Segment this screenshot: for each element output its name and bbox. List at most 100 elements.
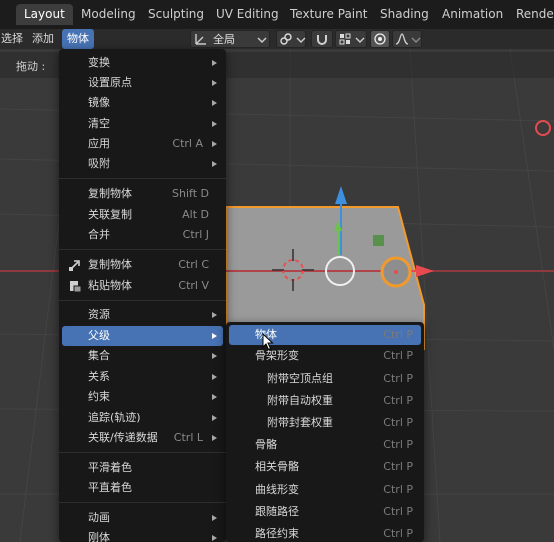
menu-item-duplicate-objects[interactable]: 复制物体 Shift D xyxy=(62,184,223,204)
falloff-dropdown[interactable] xyxy=(392,30,422,48)
menu-separator xyxy=(59,452,226,453)
proportional-editing-toggle[interactable] xyxy=(370,30,390,48)
menu-item-collection[interactable]: 集合 xyxy=(62,346,223,366)
light-object[interactable] xyxy=(535,120,551,136)
submenu-arrow-icon xyxy=(212,374,217,380)
menu-item-rigid-body[interactable]: 刚体 xyxy=(62,528,223,542)
menu-object[interactable]: 物体 xyxy=(62,29,94,49)
menu-item-relations[interactable]: 关系 xyxy=(62,367,223,387)
tab-texture-paint[interactable]: Texture Paint xyxy=(282,4,375,25)
menu-item-shortcut: Ctrl C xyxy=(178,258,209,271)
menu-item-label: 追踪(轨迹) xyxy=(88,411,141,424)
menu-item-label: 资源 xyxy=(88,308,110,321)
menu-item-shortcut: Shift D xyxy=(172,187,209,200)
tab-sculpting[interactable]: Sculpting xyxy=(140,4,212,25)
submenu-item-bone-relative[interactable]: 相关骨骼 Ctrl P xyxy=(229,457,421,477)
menu-item-shortcut: Alt D xyxy=(182,208,209,221)
menu-item-label: 合并 xyxy=(88,228,110,241)
menu-item-asset[interactable]: 资源 xyxy=(62,305,223,325)
paste-icon xyxy=(70,281,82,293)
menu-item-label: 关联复制 xyxy=(88,208,132,221)
menu-item-shade-flat[interactable]: 平直着色 xyxy=(62,478,223,498)
menu-item-label: 约束 xyxy=(88,390,110,403)
submenu-item-path-constraint[interactable]: 路径约束 Ctrl P xyxy=(229,524,421,542)
menu-item-label: 镜像 xyxy=(88,96,110,109)
menu-item-duplicate-linked[interactable]: 关联复制 Alt D xyxy=(62,205,223,225)
menu-item-label: 附带自动权重 xyxy=(267,394,333,407)
xz-plane-handle[interactable] xyxy=(373,235,384,246)
submenu-arrow-icon xyxy=(212,141,217,147)
submenu-item-curve-deform[interactable]: 曲线形变 Ctrl P xyxy=(229,480,421,500)
menu-separator xyxy=(59,249,226,250)
menu-item-label: 骨骼 xyxy=(255,438,277,451)
menu-item-shortcut: Ctrl P xyxy=(383,460,413,473)
submenu-arrow-icon xyxy=(212,394,217,400)
menu-item-mirror[interactable]: 镜像 xyxy=(62,93,223,113)
menu-item-join[interactable]: 合并 Ctrl J xyxy=(62,225,223,245)
tab-modeling[interactable]: Modeling xyxy=(73,4,144,25)
menu-item-shade-smooth[interactable]: 平滑着色 xyxy=(62,458,223,478)
menu-item-shortcut: Ctrl P xyxy=(383,483,413,496)
z-axis-arrow[interactable] xyxy=(335,186,347,204)
menu-item-label: 吸附 xyxy=(88,157,110,170)
menu-item-paste-objects[interactable]: 粘贴物体 Ctrl V xyxy=(62,276,223,296)
transform-orientation-dropdown[interactable]: 全局 xyxy=(190,30,270,48)
menu-item-shortcut: Ctrl P xyxy=(383,416,413,429)
menu-item-label: 集合 xyxy=(88,349,110,362)
menu-item-label: 复制物体 xyxy=(88,187,132,200)
tab-uv-editing[interactable]: UV Editing xyxy=(208,4,287,25)
submenu-item-armature-deform[interactable]: 骨架形变 Ctrl P xyxy=(229,346,421,366)
menu-item-label: 关联/传递数据 xyxy=(88,431,158,444)
pivot-point-dropdown[interactable] xyxy=(276,30,306,48)
menu-item-shortcut: Ctrl A xyxy=(172,137,203,150)
menu-item-track[interactable]: 追踪(轨迹) xyxy=(62,408,223,428)
submenu-item-with-automatic-weights[interactable]: 附带自动权重 Ctrl P xyxy=(229,391,421,411)
menu-item-parent[interactable]: 父级 xyxy=(62,326,223,346)
submenu-item-with-envelope-weights[interactable]: 附带封套权重 Ctrl P xyxy=(229,413,421,433)
menu-select[interactable]: 选择 xyxy=(0,29,28,49)
submenu-arrow-icon xyxy=(212,80,217,86)
pivot-link-icon xyxy=(280,33,292,45)
snap-target-dropdown[interactable] xyxy=(335,30,367,48)
menu-item-label: 路径约束 xyxy=(255,527,299,540)
submenu-item-bone[interactable]: 骨骼 Ctrl P xyxy=(229,435,421,455)
menu-item-clear[interactable]: 清空 xyxy=(62,114,223,134)
x-axis-arrow[interactable] xyxy=(416,265,434,277)
menu-item-set-origin[interactable]: 设置原点 xyxy=(62,73,223,93)
orientation-value: 全局 xyxy=(213,33,235,46)
submenu-item-object[interactable]: 物体 Ctrl P xyxy=(229,325,421,345)
tab-animation[interactable]: Animation xyxy=(434,4,511,25)
tab-layout[interactable]: Layout xyxy=(16,4,73,25)
menu-item-animation[interactable]: 动画 xyxy=(62,508,223,528)
submenu-item-follow-path[interactable]: 跟随路径 Ctrl P xyxy=(229,502,421,522)
tab-shading[interactable]: Shading xyxy=(372,4,437,25)
chevron-down-icon xyxy=(296,37,306,43)
submenu-arrow-icon xyxy=(212,312,217,318)
tab-render[interactable]: Render xyxy=(508,4,554,25)
submenu-arrow-icon xyxy=(212,353,217,359)
object-menu: 变换 设置原点 镜像 清空 应用 Ctrl A 吸附 复制物体 Shift D … xyxy=(59,49,226,542)
menu-item-snap[interactable]: 吸附 xyxy=(62,154,223,174)
menu-item-label: 平直着色 xyxy=(88,481,132,494)
menu-item-label: 曲线形变 xyxy=(255,483,299,496)
workspace-tabs-bar: Layout Modeling Sculpting UV Editing Tex… xyxy=(0,0,554,29)
falloff-curve-icon xyxy=(395,33,409,45)
menu-item-transform[interactable]: 变换 xyxy=(62,53,223,73)
menu-add[interactable]: 添加 xyxy=(27,29,59,49)
menu-item-shortcut: Ctrl L xyxy=(173,431,203,444)
snap-toggle[interactable] xyxy=(311,30,333,48)
menu-item-apply[interactable]: 应用 Ctrl A xyxy=(62,134,223,154)
menu-item-label: 复制物体 xyxy=(88,258,132,271)
menu-item-constraint[interactable]: 约束 xyxy=(62,387,223,407)
menu-item-label: 动画 xyxy=(88,511,110,524)
menu-item-copy-objects[interactable]: 复制物体 Ctrl C xyxy=(62,255,223,275)
submenu-arrow-icon xyxy=(212,535,217,541)
submenu-item-with-empty-groups[interactable]: 附带空顶点组 Ctrl P xyxy=(229,369,421,389)
mouse-cursor-icon xyxy=(262,333,274,351)
menu-item-link-transfer-data[interactable]: 关联/传递数据 Ctrl L xyxy=(62,428,223,448)
submenu-arrow-icon xyxy=(212,333,217,339)
magnet-icon xyxy=(317,35,327,45)
menu-item-label: 刚体 xyxy=(88,531,110,542)
menu-item-shortcut: Ctrl J xyxy=(182,228,209,241)
submenu-arrow-icon xyxy=(212,415,217,421)
